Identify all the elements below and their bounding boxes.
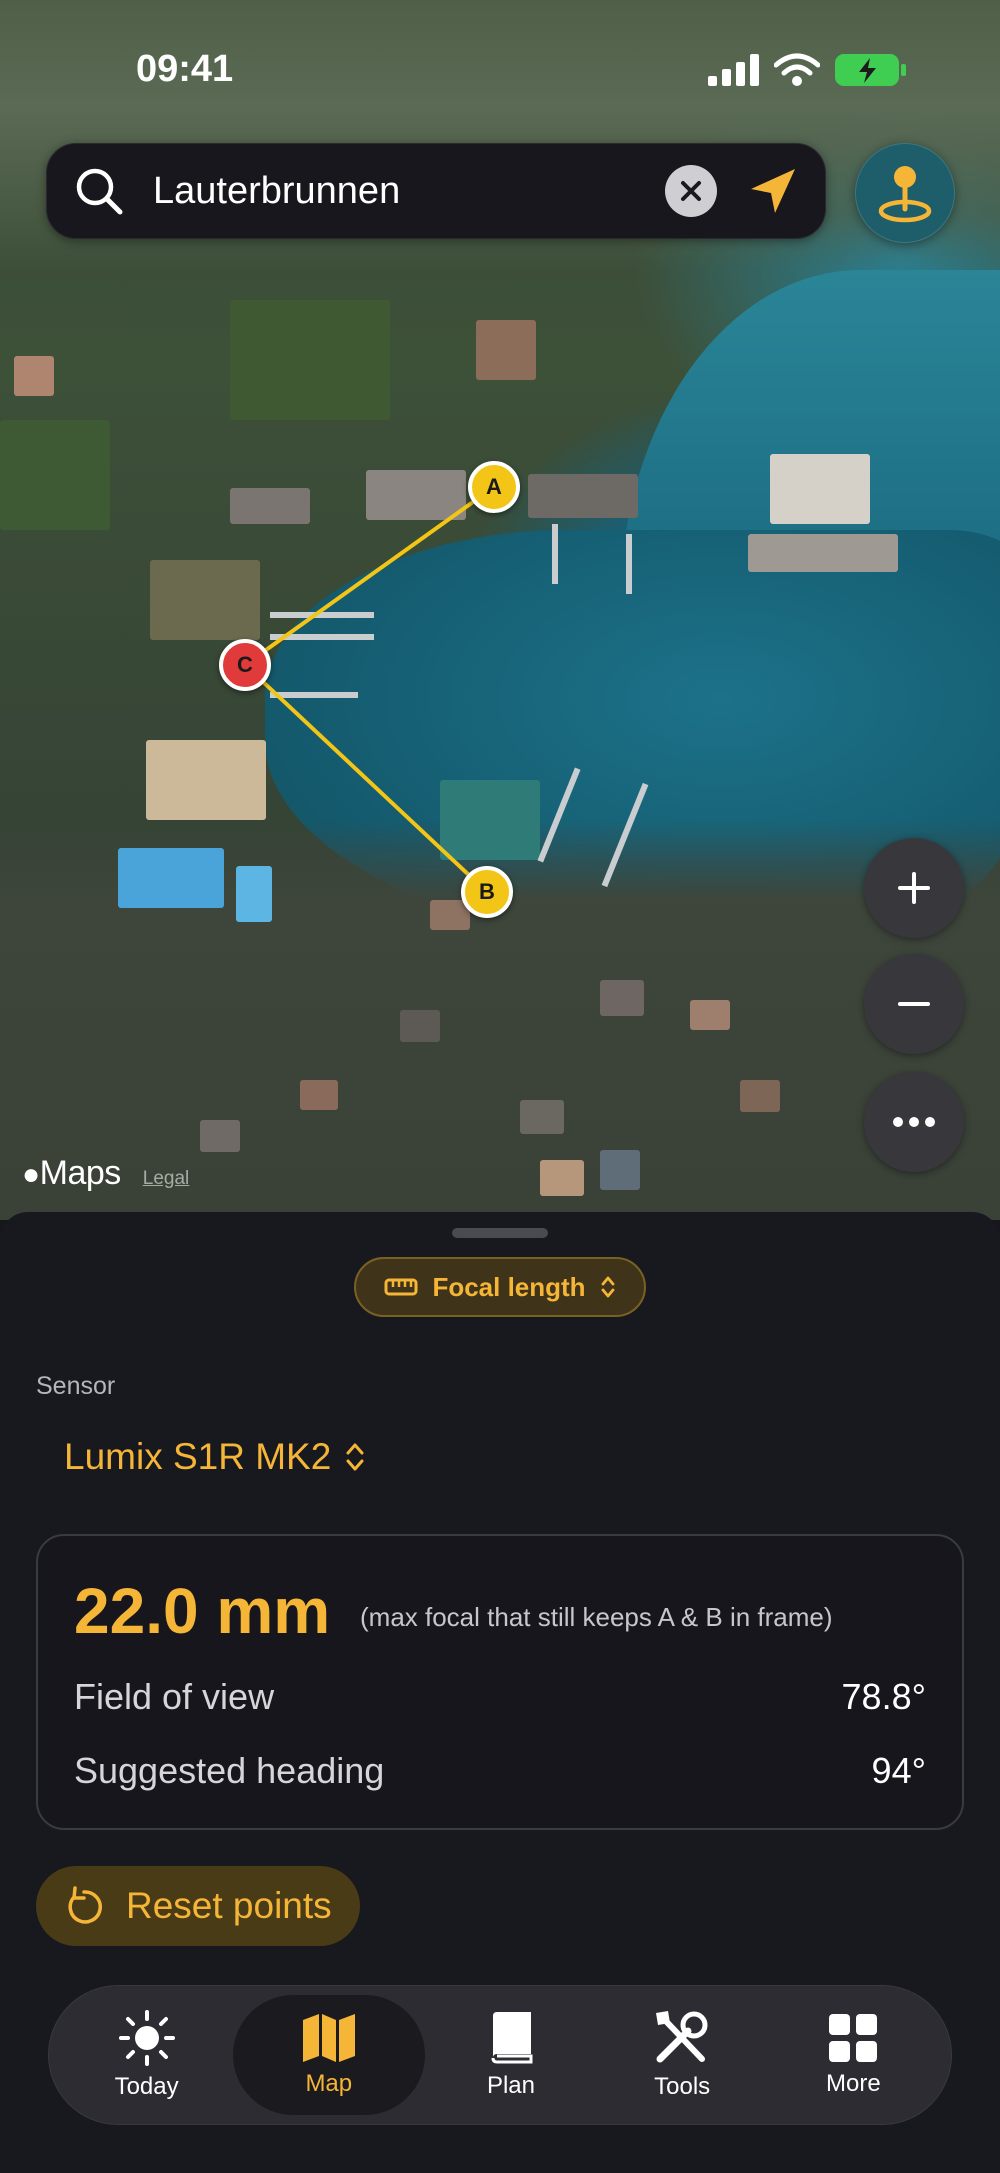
point-b-marker[interactable]: B — [461, 866, 513, 918]
result-card: 22.0 mm (max focal that still keeps A & … — [36, 1534, 964, 1830]
mode-label: Focal length — [432, 1271, 586, 1302]
point-c-marker[interactable]: C — [219, 639, 271, 691]
tools-icon — [656, 2011, 708, 2063]
heading-value: 94° — [871, 1750, 926, 1791]
more-options-button[interactable] — [864, 1072, 964, 1172]
tab-plan[interactable]: Plan — [426, 1995, 596, 2115]
tab-plan-label: Plan — [486, 2072, 535, 2099]
legal-link[interactable]: Legal — [143, 1168, 190, 1190]
tab-today[interactable]: Today — [62, 1995, 232, 2115]
maps-logo-text: Maps — [39, 1154, 122, 1192]
wifi-icon — [774, 53, 820, 86]
tab-map[interactable]: Map — [232, 1995, 425, 2115]
location-arrow-icon[interactable] — [747, 165, 799, 217]
search-bar[interactable]: Lauterbrunnen — [46, 143, 826, 239]
chevron-up-down-icon — [346, 1443, 364, 1471]
sun-icon — [118, 2010, 175, 2066]
fov-value: 78.8° — [841, 1676, 926, 1717]
tab-more-label: More — [826, 2070, 881, 2097]
sheet-grabber[interactable] — [452, 1228, 548, 1238]
point-a-marker[interactable]: A — [468, 461, 520, 513]
map-icon — [302, 2014, 355, 2062]
status-time: 09:41 — [136, 48, 234, 90]
route-segment-c-b — [243, 663, 489, 894]
plus-icon — [898, 872, 930, 904]
maps-logo: ●Maps — [22, 1154, 121, 1193]
ellipsis-icon — [893, 1117, 935, 1127]
sensor-value: Lumix S1R MK2 — [64, 1436, 332, 1477]
reset-arrow-icon — [68, 1886, 102, 1924]
point-a-label: A — [486, 474, 502, 499]
apple-logo-icon: ● — [22, 1158, 40, 1191]
mode-selector-button[interactable]: Focal length — [354, 1257, 646, 1317]
fov-label: Field of view — [74, 1676, 275, 1717]
book-icon — [491, 2012, 533, 2064]
minus-icon — [898, 1002, 930, 1006]
ruler-icon — [384, 1278, 418, 1296]
focal-length-value: 22.0 mm — [74, 1575, 331, 1647]
zoom-out-button[interactable] — [864, 954, 964, 1054]
cellular-signal-icon — [708, 54, 759, 86]
point-b-label: B — [479, 879, 495, 904]
tab-today-label: Today — [114, 2073, 179, 2100]
drop-pin-button[interactable] — [855, 143, 955, 243]
route-segment-a-c — [243, 485, 496, 667]
heading-label: Suggested heading — [74, 1750, 385, 1791]
battery-charging-icon — [835, 54, 906, 86]
reset-points-label: Reset points — [126, 1885, 332, 1926]
tab-map-label: Map — [305, 2070, 353, 2097]
point-c-label: C — [237, 652, 253, 677]
map-pin-icon — [878, 166, 932, 223]
status-icons — [708, 52, 908, 88]
maps-attribution: ●Maps Legal — [22, 1154, 189, 1193]
chevron-up-down-icon — [601, 1276, 614, 1298]
close-icon — [681, 181, 701, 201]
zoom-in-button[interactable] — [864, 838, 964, 938]
sensor-label: Sensor — [36, 1372, 116, 1400]
focal-length-note: (max focal that still keeps A & B in fra… — [360, 1602, 833, 1632]
sensor-picker[interactable]: Lumix S1R MK2 — [64, 1436, 365, 1478]
tab-tools[interactable]: Tools — [597, 1995, 767, 2115]
search-input[interactable]: Lauterbrunnen — [153, 170, 665, 213]
clear-search-button[interactable] — [665, 165, 717, 217]
reset-points-button[interactable]: Reset points — [36, 1866, 360, 1946]
search-icon — [76, 168, 123, 215]
tab-bar: Today Map Plan Tools More — [48, 1985, 952, 2125]
grid-icon — [829, 2014, 878, 2062]
tab-more[interactable]: More — [768, 1995, 938, 2115]
tab-tools-label: Tools — [654, 2073, 711, 2100]
